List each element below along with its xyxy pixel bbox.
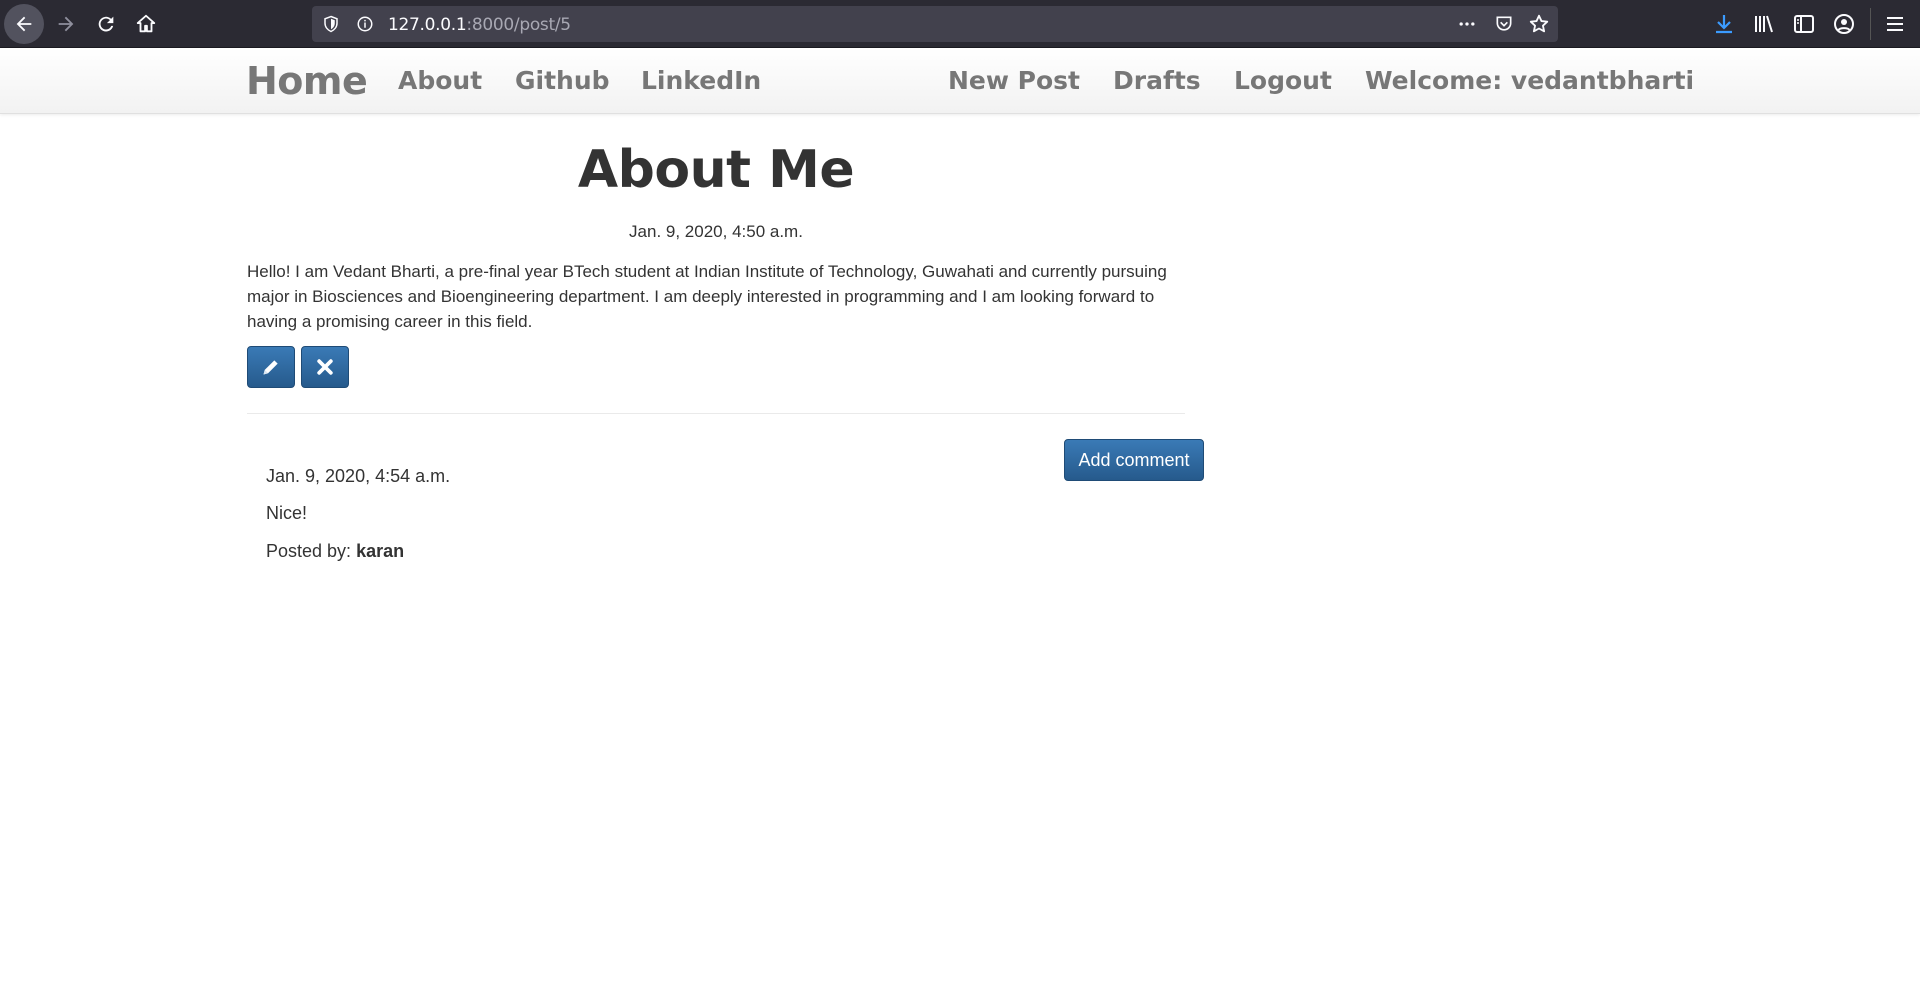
edit-post-button[interactable] [247, 346, 295, 388]
address-bar[interactable]: 127.0.0.1:8000/post/5 [312, 6, 1558, 42]
star-icon[interactable] [1528, 13, 1550, 35]
toolbar-separator [1870, 8, 1871, 40]
url-path: :8000/post/5 [466, 15, 571, 35]
delete-post-button[interactable] [301, 346, 349, 388]
home-icon [136, 14, 156, 33]
back-button[interactable] [4, 4, 44, 44]
pencil-icon [263, 360, 278, 375]
nav-github-link[interactable]: Github [515, 48, 610, 114]
comment-text: Nice! [266, 503, 308, 523]
posted-by-label: Posted by: [266, 541, 352, 561]
menu-icon[interactable] [1883, 12, 1907, 36]
site-navbar: Home About Github LinkedIn New Post Draf… [0, 48, 1920, 114]
reload-button[interactable] [86, 4, 126, 44]
nav-new-post-link[interactable]: New Post [948, 48, 1080, 114]
add-comment-button[interactable]: Add comment [1064, 439, 1204, 481]
section-divider [247, 413, 1185, 414]
shield-icon[interactable] [322, 15, 340, 33]
close-icon [317, 359, 333, 375]
forward-button[interactable] [46, 4, 86, 44]
nav-drafts-link[interactable]: Drafts [1113, 48, 1201, 114]
post-body: Hello! I am Vedant Bharti, a pre-final y… [247, 262, 1167, 331]
url-host: 127.0.0.1 [388, 15, 467, 35]
comment-date: Jan. 9, 2020, 4:54 a.m. [266, 466, 451, 486]
account-icon[interactable] [1832, 12, 1856, 36]
more-icon[interactable] [1456, 14, 1478, 34]
url-text[interactable]: 127.0.0.1:8000/post/5 [388, 15, 571, 35]
library-icon[interactable] [1752, 12, 1776, 36]
reload-icon [98, 16, 114, 32]
browser-toolbar: 127.0.0.1:8000/post/5 [0, 0, 1920, 48]
comment-author: karan [356, 541, 405, 561]
nav-linkedin-link[interactable]: LinkedIn [641, 48, 761, 114]
nav-about-link[interactable]: About [398, 48, 482, 114]
nav-welcome-user[interactable]: Welcome: vedantbharti [1365, 48, 1694, 114]
nav-logout-link[interactable]: Logout [1234, 48, 1332, 114]
back-icon [16, 16, 32, 32]
forward-icon [58, 16, 74, 32]
nav-home-link[interactable]: Home [246, 48, 368, 114]
post-title: About Me [577, 140, 855, 200]
pocket-icon[interactable] [1494, 14, 1514, 34]
comment-author-line: Posted by: karan [266, 541, 404, 562]
info-icon[interactable] [356, 15, 374, 33]
sidebar-icon[interactable] [1792, 12, 1816, 36]
download-icon[interactable] [1712, 12, 1736, 36]
home-button[interactable] [126, 4, 166, 44]
post-date: Jan. 9, 2020, 4:50 a.m. [629, 222, 803, 241]
